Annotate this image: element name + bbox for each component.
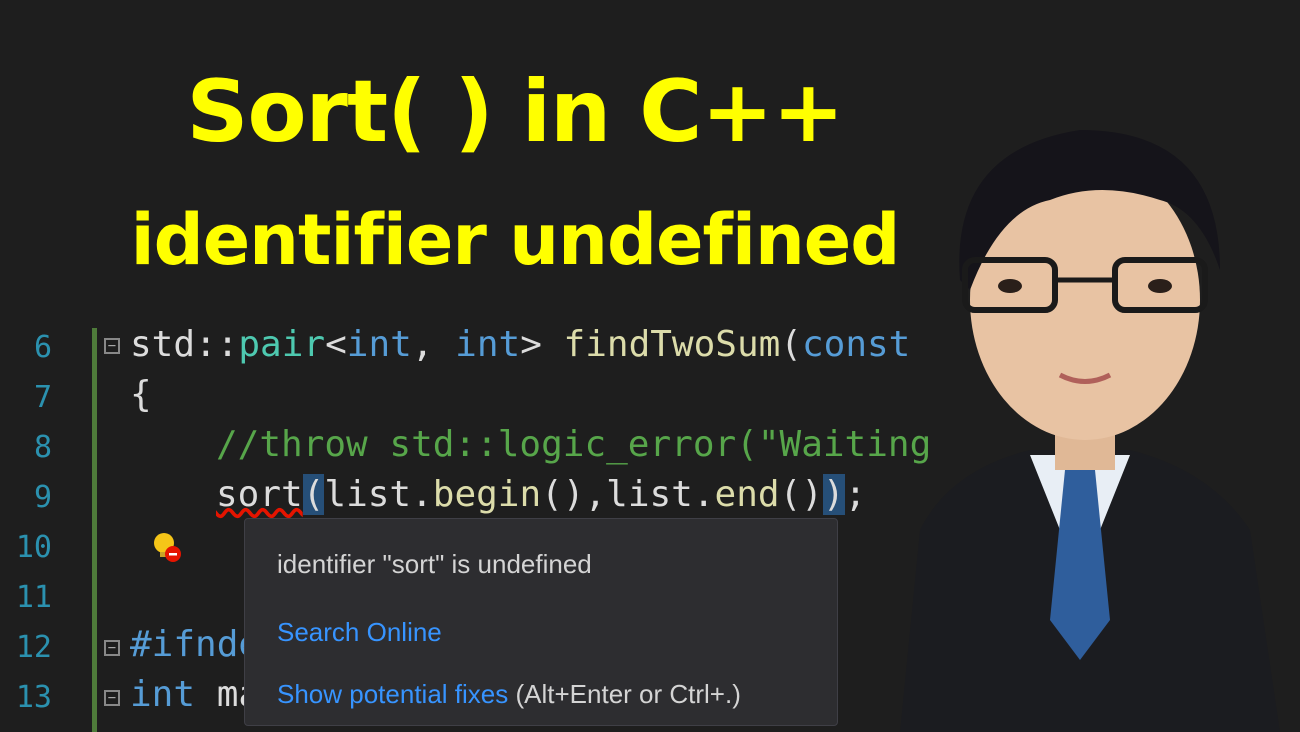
line-number: 7 (33, 380, 52, 415)
error-message: identifier "sort" is undefined (277, 549, 592, 579)
change-indicator-bar (92, 328, 97, 732)
line-number: 9 (33, 480, 52, 515)
line-number: 11 (15, 580, 52, 615)
shortcut-hint: (Alt+Enter or Ctrl+.) (515, 679, 741, 709)
code-line-9[interactable]: sort(list.begin(),list.end()); (216, 474, 866, 515)
collapse-toggle-icon[interactable]: − (104, 338, 120, 354)
code-line-12[interactable]: #ifnde (130, 624, 260, 665)
error-tooltip: identifier "sort" is undefined Search On… (244, 518, 838, 726)
potential-fixes-row: Show potential fixes (Alt+Enter or Ctrl+… (277, 679, 741, 710)
presenter-photo (900, 130, 1280, 732)
line-number: 8 (33, 430, 52, 465)
code-line-13[interactable]: int ma (130, 674, 260, 715)
line-number: 12 (15, 630, 52, 665)
collapse-toggle-icon[interactable]: − (104, 690, 120, 706)
code-line-7[interactable]: { (130, 374, 152, 415)
show-potential-fixes-link[interactable]: Show potential fixes (277, 679, 508, 709)
line-number: 13 (15, 680, 52, 715)
line-number: 6 (33, 330, 52, 365)
code-line-6[interactable]: std::pair<int, int> findTwoSum(const (130, 324, 910, 365)
lightbulb-error-icon[interactable] (150, 530, 184, 564)
code-line-8[interactable]: //throw std::logic_error("Waiting (216, 424, 931, 465)
search-online-link[interactable]: Search Online (277, 617, 442, 648)
line-number: 10 (15, 530, 52, 565)
collapse-toggle-icon[interactable]: − (104, 640, 120, 656)
